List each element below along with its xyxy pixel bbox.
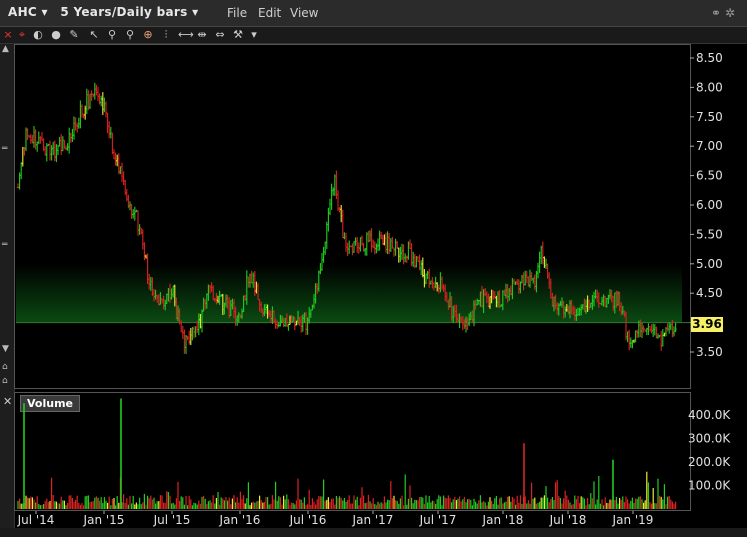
time-tick-label: Jan '15 [83,513,125,527]
last-price-tag: 3.96 [691,317,723,332]
price-tick-label: 7.00 [696,139,723,153]
volume-tick-label: 100.0K [688,479,731,493]
time-tick-label: Jul '17 [419,513,457,527]
volume-tick-label: 300.0K [688,432,731,446]
time-tick-label: Jan '19 [612,513,654,527]
time-tick-label: Jan '16 [219,513,261,527]
price-tick-label: 3.50 [696,345,723,359]
volume-tick-label: 200.0K [688,455,731,469]
price-chart-svg: 8.508.007.507.006.506.005.505.004.504.00… [16,51,731,527]
price-tick-label: 6.50 [696,169,723,183]
price-tick-label: 6.00 [696,198,723,212]
time-tick-label: Jul '16 [289,513,327,527]
price-tick-label: 7.50 [696,110,723,124]
scroll-bar[interactable] [0,528,747,537]
time-tick-label: Jul '18 [549,513,587,527]
price-tick-label: 8.50 [696,51,723,65]
highlight-band [16,263,682,323]
price-tick-label: 5.00 [696,257,723,271]
price-tick-label: 4.50 [696,286,723,300]
time-tick-label: Jan '18 [482,513,524,527]
price-tick-label: 8.00 [696,80,723,94]
time-tick-label: Jul '14 [17,513,55,527]
volume-tick-label: 400.0K [688,408,731,422]
time-tick-label: Jul '15 [153,513,191,527]
price-tick-label: 5.50 [696,227,723,241]
time-tick-label: Jan '17 [352,513,394,527]
